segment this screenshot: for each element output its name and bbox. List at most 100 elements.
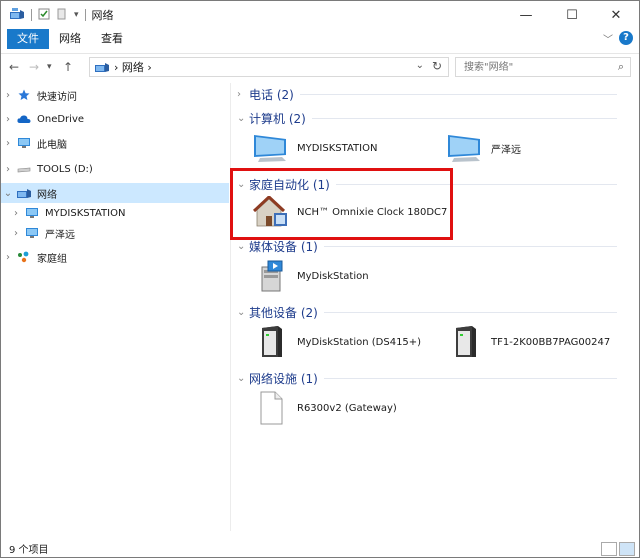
chevron-down-icon[interactable]: ⌄ bbox=[1, 188, 15, 199]
content-pane: › 电话 (2) ⌄ 计算机 (2) MYDISKSTATION 严泽远 ⌄ 家… bbox=[237, 83, 633, 531]
search-box[interactable]: ⌕ bbox=[455, 57, 631, 77]
computer-icon bbox=[23, 207, 41, 219]
group-header-other-devices[interactable]: ⌄ 其他设备 (2) bbox=[237, 303, 617, 321]
navigation-pane: › 快速访问 › OneDrive › 此电脑 › TOOLS (D:) ⌄ 网… bbox=[1, 83, 229, 531]
generic-device-icon bbox=[251, 391, 291, 425]
chevron-right-icon[interactable]: › bbox=[9, 208, 23, 219]
search-input[interactable] bbox=[462, 58, 606, 76]
device-item[interactable]: MyDiskStation bbox=[251, 259, 369, 293]
nav-item-label: 此电脑 bbox=[37, 139, 67, 151]
nav-item-tools-drive[interactable]: › TOOLS (D:) bbox=[1, 159, 229, 179]
group-title: 计算机 (2) bbox=[249, 111, 306, 126]
quick-access-toolbar: ▾ bbox=[9, 7, 86, 24]
device-item[interactable]: MYDISKSTATION bbox=[251, 131, 377, 165]
group-header-computers[interactable]: ⌄ 计算机 (2) bbox=[237, 109, 617, 127]
up-arrow-icon[interactable]: ↑ bbox=[63, 60, 73, 74]
device-item[interactable]: MyDiskStation (DS415+) bbox=[251, 325, 421, 359]
address-bar[interactable]: › 网络 › ⌄ ↻ bbox=[89, 57, 449, 77]
chevron-right-icon[interactable]: › bbox=[1, 138, 15, 149]
chevron-right-icon[interactable]: › bbox=[1, 164, 15, 175]
help-button[interactable]: ? bbox=[619, 31, 633, 45]
group-header-network-infrastructure[interactable]: ⌄ 网络设施 (1) bbox=[237, 369, 617, 387]
nav-item-label: 网络 bbox=[37, 189, 57, 201]
nav-item-this-pc[interactable]: › 此电脑 bbox=[1, 133, 229, 153]
nav-item-label: 严泽远 bbox=[45, 229, 75, 241]
group-title: 电话 (2) bbox=[249, 87, 294, 102]
device-label: MyDiskStation (DS415+) bbox=[297, 336, 422, 348]
device-item[interactable]: TF1-2K00BB7PAG00247 bbox=[445, 325, 610, 359]
close-button[interactable]: ✕ bbox=[593, 1, 639, 29]
address-dropdown-icon[interactable]: ⌄ bbox=[416, 60, 424, 71]
chevron-down-icon[interactable]: ⌄ bbox=[237, 241, 249, 252]
refresh-icon[interactable]: ↻ bbox=[432, 59, 442, 73]
title-bar: ▾ 网络 — ☐ ✕ bbox=[1, 1, 639, 29]
highlight-box bbox=[230, 168, 453, 240]
device-label: MyDiskStation bbox=[297, 270, 369, 282]
breadcrumb[interactable]: › 网络 › bbox=[114, 59, 152, 75]
chevron-down-icon[interactable]: ⌄ bbox=[237, 373, 249, 384]
item-count: 9 个项目 bbox=[9, 544, 49, 556]
group-divider bbox=[323, 245, 617, 247]
properties-icon[interactable] bbox=[38, 8, 50, 23]
address-row: ← → ▾ ↑ › 网络 › ⌄ ↻ ⌕ bbox=[1, 53, 639, 80]
chevron-right-icon[interactable]: › bbox=[237, 89, 249, 100]
nav-item-mydiskstation[interactable]: › MYDISKSTATION bbox=[1, 203, 229, 223]
back-arrow-icon[interactable]: ← bbox=[9, 60, 19, 74]
group-header-phones[interactable]: › 电话 (2) bbox=[237, 85, 617, 103]
new-folder-icon[interactable] bbox=[56, 8, 68, 23]
nav-item-homegroup[interactable]: › 家庭组 bbox=[1, 247, 229, 267]
chevron-right-icon[interactable]: › bbox=[1, 114, 15, 125]
drive-icon bbox=[15, 165, 33, 173]
nav-item-onedrive[interactable]: › OneDrive bbox=[1, 109, 229, 129]
details-view-icon[interactable] bbox=[601, 542, 617, 556]
computer-icon bbox=[15, 137, 33, 149]
nav-item-label: 快速访问 bbox=[37, 91, 77, 103]
forward-arrow-icon[interactable]: → bbox=[29, 60, 39, 74]
device-label: 严泽远 bbox=[491, 144, 521, 156]
homegroup-icon bbox=[15, 251, 33, 263]
network-icon[interactable] bbox=[9, 7, 25, 24]
computer-icon bbox=[445, 131, 485, 165]
group-title: 其他设备 (2) bbox=[249, 305, 318, 320]
chevron-right-icon[interactable]: › bbox=[1, 252, 15, 263]
group-title: 媒体设备 (1) bbox=[249, 239, 318, 254]
star-icon bbox=[15, 89, 33, 101]
nav-item-label: 家庭组 bbox=[37, 253, 67, 265]
status-bar: 9 个项目 bbox=[1, 539, 639, 557]
network-icon bbox=[94, 61, 110, 73]
toolbar-separator bbox=[31, 9, 32, 21]
tab-file[interactable]: 文件 bbox=[7, 29, 49, 49]
nav-item-network[interactable]: ⌄ 网络 bbox=[1, 183, 229, 203]
network-icon bbox=[15, 187, 33, 199]
group-divider bbox=[323, 377, 617, 379]
customize-toolbar-icon[interactable]: ▾ bbox=[74, 10, 79, 20]
media-server-icon bbox=[251, 259, 291, 293]
pane-splitter[interactable] bbox=[230, 83, 231, 531]
search-icon[interactable]: ⌕ bbox=[618, 60, 624, 74]
nav-item-label: OneDrive bbox=[37, 113, 85, 125]
expand-ribbon-icon[interactable]: ﹀ bbox=[603, 31, 613, 46]
toolbar-separator bbox=[84, 9, 86, 21]
device-label: TF1-2K00BB7PAG00247 bbox=[491, 336, 611, 348]
tab-network[interactable]: 网络 bbox=[49, 29, 91, 49]
chevron-right-icon[interactable]: › bbox=[9, 228, 23, 239]
nav-item-label: TOOLS (D:) bbox=[37, 163, 93, 175]
nav-item-yanzeyuan[interactable]: › 严泽远 bbox=[1, 223, 229, 243]
ribbon-tabs: 文件 网络 查看 bbox=[1, 29, 639, 49]
group-divider bbox=[323, 311, 617, 313]
chevron-down-icon[interactable]: ⌄ bbox=[237, 307, 249, 318]
device-item[interactable]: R6300v2 (Gateway) bbox=[251, 391, 397, 425]
large-icons-view-icon[interactable] bbox=[619, 542, 635, 556]
maximize-button[interactable]: ☐ bbox=[549, 1, 595, 29]
group-divider bbox=[311, 117, 617, 119]
computer-icon bbox=[23, 227, 41, 239]
server-icon bbox=[445, 325, 485, 359]
nav-item-quick-access[interactable]: › 快速访问 bbox=[1, 85, 229, 105]
minimize-button[interactable]: — bbox=[503, 1, 549, 29]
device-item[interactable]: 严泽远 bbox=[445, 131, 521, 165]
chevron-right-icon[interactable]: › bbox=[1, 90, 15, 101]
recent-locations-icon[interactable]: ▾ bbox=[47, 62, 52, 72]
chevron-down-icon[interactable]: ⌄ bbox=[237, 113, 249, 124]
device-label: MYDISKSTATION bbox=[297, 142, 378, 154]
tab-view[interactable]: 查看 bbox=[91, 29, 133, 49]
